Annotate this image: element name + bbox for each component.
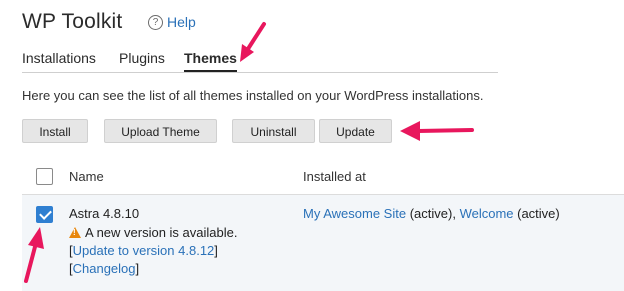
- page-title: WP Toolkit: [22, 10, 123, 33]
- theme-name: Astra 4.8.10: [69, 206, 140, 221]
- tab-plugins[interactable]: Plugins: [119, 50, 165, 72]
- column-header-installed-at[interactable]: Installed at: [303, 169, 366, 184]
- page-description: Here you can see the list of all themes …: [22, 88, 484, 103]
- uninstall-button[interactable]: Uninstall: [232, 119, 315, 143]
- row-checkbox[interactable]: [36, 206, 53, 223]
- update-to-version-link[interactable]: Update to version 4.8.12: [73, 243, 215, 258]
- changelog-link[interactable]: Changelog: [73, 261, 136, 276]
- select-all-checkbox[interactable]: [36, 168, 53, 185]
- site-link-my-awesome-site[interactable]: My Awesome Site: [303, 206, 406, 221]
- changelog-link-line: [Changelog]: [69, 261, 140, 276]
- site-link-welcome[interactable]: Welcome: [460, 206, 514, 221]
- warning-text: A new version is available.: [85, 225, 238, 240]
- warning-icon: [69, 227, 81, 238]
- installed-at-cell: My Awesome Site (active), Welcome (activ…: [303, 206, 560, 221]
- table-row: Astra 4.8.10 A new version is available.…: [22, 195, 624, 291]
- help-link[interactable]: ? Help: [148, 14, 196, 30]
- tab-installations[interactable]: Installations: [22, 50, 96, 72]
- update-button[interactable]: Update: [319, 119, 392, 143]
- update-warning: A new version is available.: [69, 225, 237, 240]
- tab-themes[interactable]: Themes: [184, 50, 237, 72]
- annotation-arrow-update-button: [400, 121, 474, 141]
- table-header: Name Installed at: [22, 158, 624, 195]
- update-link-line: [Update to version 4.8.12]: [69, 243, 218, 258]
- site1-state: (active),: [406, 206, 460, 221]
- question-circle-icon: ?: [148, 14, 163, 30]
- install-button[interactable]: Install: [22, 119, 88, 143]
- site2-state: (active): [513, 206, 560, 221]
- column-header-name[interactable]: Name: [69, 169, 104, 184]
- help-label: Help: [167, 14, 196, 30]
- tab-bar: Installations Plugins Themes: [22, 50, 498, 73]
- upload-theme-button[interactable]: Upload Theme: [104, 119, 217, 143]
